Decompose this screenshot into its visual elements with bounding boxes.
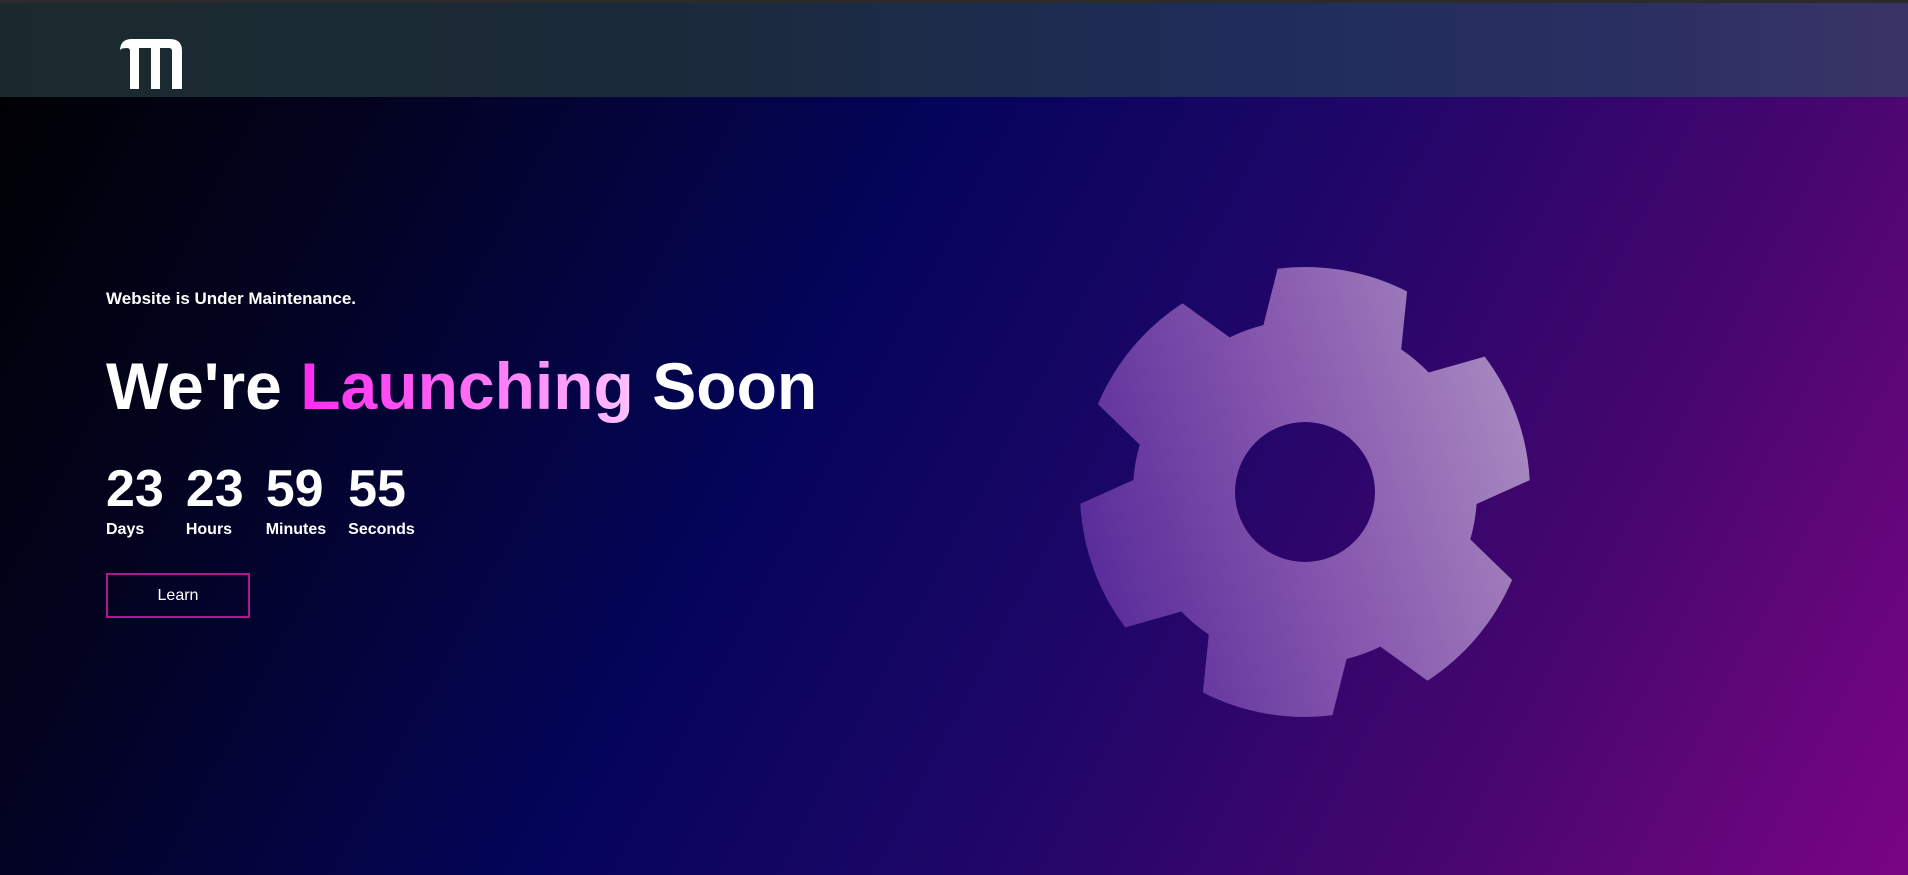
maintenance-notice: Website is Under Maintenance. [106, 289, 357, 308]
headline-prefix: We're [106, 349, 301, 423]
headline-suffix: Soon [633, 349, 818, 423]
learn-button[interactable]: Learn [106, 573, 250, 618]
countdown-minutes: 59 Minutes [266, 463, 326, 539]
countdown-seconds-value: 55 [348, 460, 406, 518]
countdown-days: 23 Days [106, 463, 164, 539]
headline-accent: Launching [300, 349, 634, 423]
countdown-minutes-label: Minutes [265, 521, 327, 538]
brand-logo[interactable] [114, 35, 188, 91]
countdown-seconds-label: Seconds [348, 521, 415, 538]
countdown-days-value: 23 [106, 460, 164, 518]
countdown-seconds: 55 Seconds [348, 463, 415, 539]
page-title: We're Launching Soon [106, 350, 817, 423]
countdown-hours: 23 Hours [186, 463, 244, 539]
countdown-minutes-value: 59 [265, 460, 324, 518]
countdown-hours-label: Hours [185, 521, 233, 538]
gear-icon [1080, 267, 1530, 717]
countdown-hours-value: 23 [185, 460, 244, 518]
countdown-timer: 23 Days 23 Hours 59 Minutes 55 Seconds [106, 463, 415, 539]
top-navigation-bar [0, 0, 1908, 97]
countdown-days-label: Days [106, 521, 145, 538]
